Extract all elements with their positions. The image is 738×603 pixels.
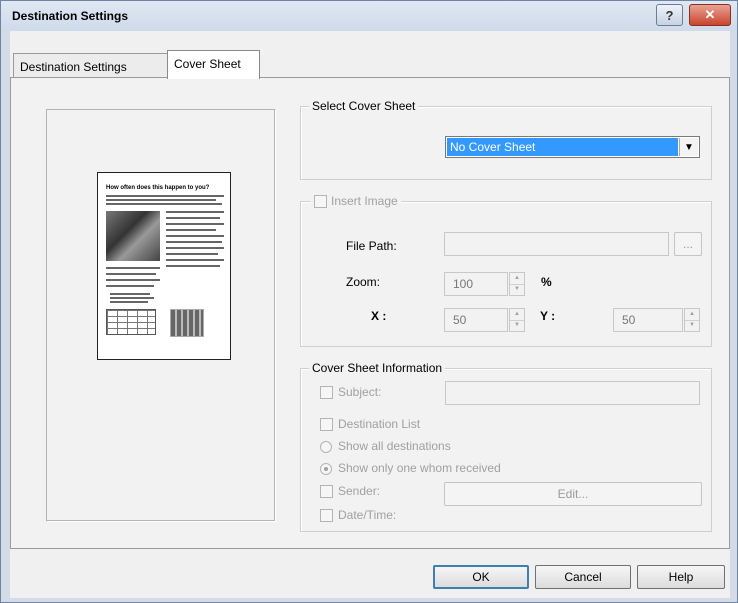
sender-label: Sender:: [338, 484, 381, 498]
datetime-label: Date/Time:: [338, 508, 397, 522]
x-label: X :: [371, 309, 387, 323]
file-path-label: File Path:: [346, 239, 397, 253]
subject-checkbox[interactable]: [320, 386, 333, 399]
preview-text-line: [166, 253, 218, 255]
tab-cover-sheet[interactable]: Cover Sheet: [167, 50, 260, 79]
preview-headline: How often does this happen to you?: [106, 185, 210, 191]
ok-button[interactable]: OK: [433, 565, 529, 589]
destination-list-label: Destination List: [338, 417, 421, 431]
cover-sheet-select[interactable]: No Cover Sheet ▼: [445, 136, 700, 158]
edit-sender-button[interactable]: Edit...: [444, 482, 702, 506]
preview-chart: [170, 309, 204, 337]
dialog-body: Destination Settings Cover Sheet How oft…: [10, 31, 730, 598]
zoom-spinner[interactable]: [509, 272, 525, 296]
preview-text-line: [166, 235, 224, 237]
destination-list-checkbox[interactable]: [320, 418, 333, 431]
preview-table: [106, 309, 156, 335]
y-spinner[interactable]: [684, 308, 700, 332]
preview-text-line: [166, 265, 220, 267]
subject-label: Subject:: [338, 385, 382, 399]
preview-bullet-line: [110, 297, 154, 299]
preview-bullet-line: [110, 301, 148, 303]
preview-text-line: [106, 203, 222, 205]
preview-text-line: [166, 223, 224, 225]
insert-image-label: Insert Image: [331, 194, 398, 208]
title-bar: Destination Settings ? ✕: [1, 1, 737, 31]
preview-text-line: [106, 199, 216, 201]
preview-text-line: [166, 211, 224, 213]
preview-text-line: [106, 195, 224, 197]
close-button[interactable]: ✕: [689, 4, 731, 26]
question-icon: ?: [665, 7, 674, 23]
cover-sheet-information-group: Cover Sheet Information Subject: Destina…: [300, 361, 712, 532]
tab-label: Destination Settings: [20, 60, 127, 74]
preview-photo: [106, 211, 160, 261]
cover-sheet-preview-page: How often does this happen to you?: [97, 172, 231, 360]
preview-text-line: [106, 285, 154, 287]
zoom-field[interactable]: 100: [444, 272, 508, 296]
tab-label: Cover Sheet: [174, 57, 241, 71]
file-path-field[interactable]: [444, 232, 669, 256]
cancel-button[interactable]: Cancel: [535, 565, 631, 589]
datetime-checkbox[interactable]: [320, 509, 333, 522]
insert-image-checkbox[interactable]: [314, 194, 327, 208]
browse-button[interactable]: ...: [674, 232, 702, 256]
preview-text-line: [106, 267, 160, 269]
preview-text-line: [166, 247, 224, 249]
help-button[interactable]: Help: [637, 565, 725, 589]
cover-sheet-select-value: No Cover Sheet: [447, 138, 678, 156]
zoom-label: Zoom:: [346, 275, 381, 289]
y-field[interactable]: 50: [613, 308, 683, 332]
preview-text-line: [106, 273, 156, 275]
show-all-destinations-radio[interactable]: [320, 441, 332, 453]
window-title: Destination Settings: [12, 9, 129, 23]
x-spinner[interactable]: [509, 308, 525, 332]
select-cover-sheet-group: Select Cover Sheet No Cover Sheet ▼: [300, 99, 712, 180]
cover-sheet-preview-frame: How often does this happen to you?: [46, 109, 276, 522]
subject-field[interactable]: [445, 381, 700, 405]
preview-text-line: [106, 279, 160, 281]
help-titlebar-button[interactable]: ?: [656, 4, 683, 26]
tab-destination-settings[interactable]: Destination Settings: [13, 53, 169, 78]
close-icon: ✕: [704, 7, 716, 22]
zoom-unit: %: [541, 275, 552, 289]
insert-image-legend: Insert Image: [311, 194, 401, 208]
x-field[interactable]: 50: [444, 308, 508, 332]
cover-sheet-information-legend: Cover Sheet Information: [309, 361, 446, 375]
cover-sheet-panel: How often does this happen to you? Selec…: [10, 77, 730, 549]
preview-text-line: [166, 259, 224, 261]
preview-text-line: [166, 217, 220, 219]
show-only-one-radio[interactable]: [320, 463, 332, 475]
sender-checkbox[interactable]: [320, 485, 333, 498]
show-all-destinations-label: Show all destinations: [338, 439, 451, 453]
preview-text-line: [166, 229, 216, 231]
insert-image-group: Insert Image File Path: ... Zoom: 100 % …: [300, 194, 712, 347]
preview-text-line: [166, 241, 222, 243]
dialog-window: Destination Settings ? ✕ Destination Set…: [0, 0, 738, 603]
preview-bullet-line: [110, 293, 150, 295]
show-only-one-label: Show only one whom received: [338, 461, 501, 475]
select-cover-sheet-legend: Select Cover Sheet: [309, 99, 419, 113]
chevron-down-icon[interactable]: ▼: [679, 138, 698, 156]
y-label: Y :: [540, 309, 556, 323]
